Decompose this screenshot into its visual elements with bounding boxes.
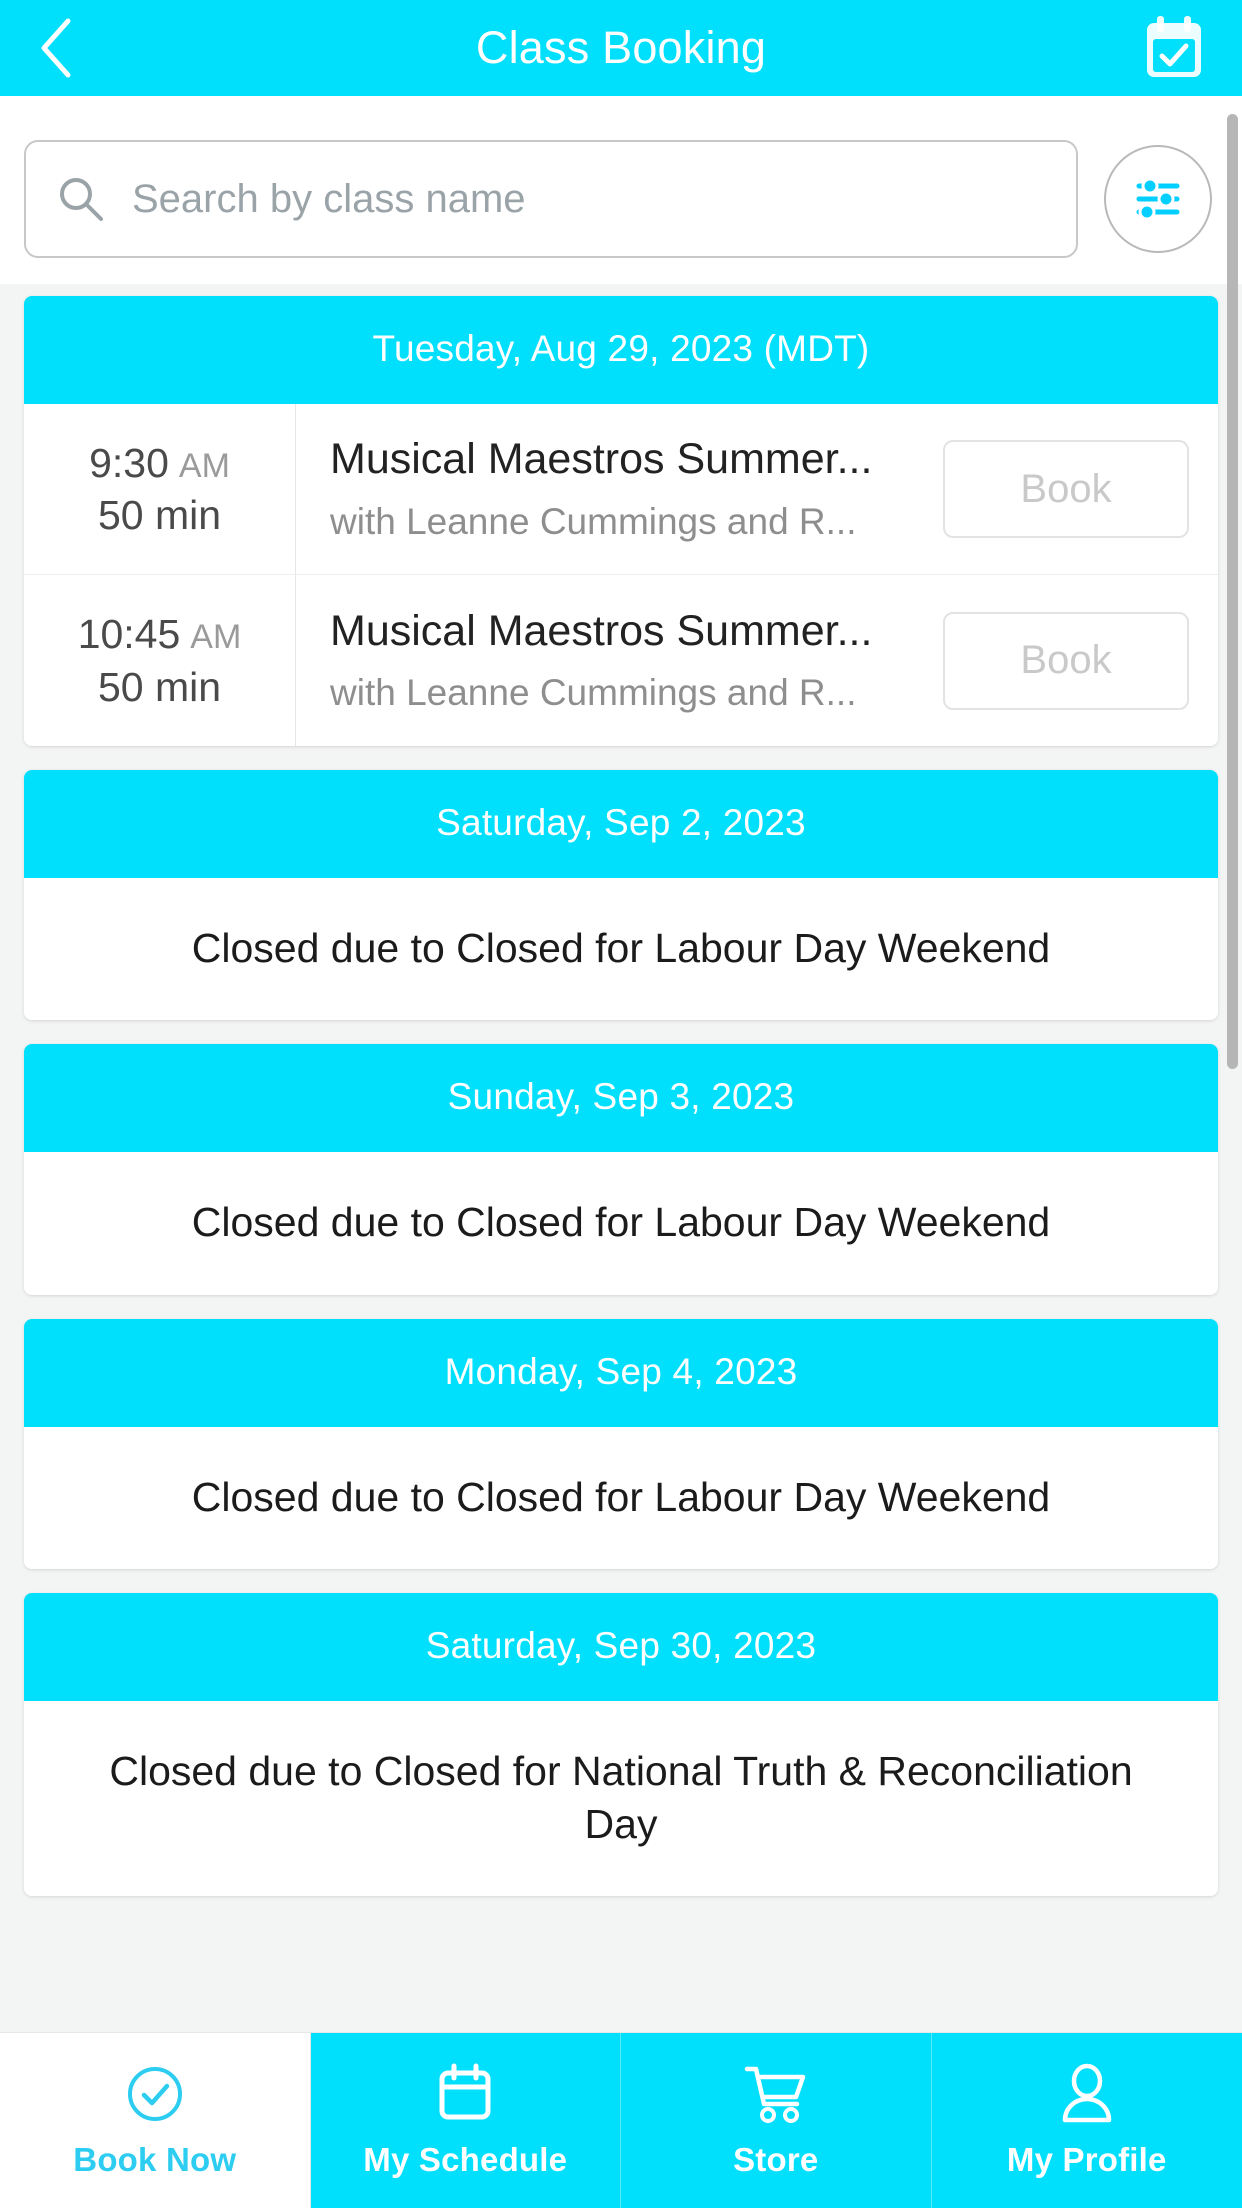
day-header: Tuesday, Aug 29, 2023 (MDT) — [24, 296, 1218, 404]
class-start-time-value: 9:30 — [89, 439, 169, 486]
chevron-left-icon — [41, 18, 71, 78]
day-card: Tuesday, Aug 29, 2023 (MDT) 9:30 AM 50 mi… — [24, 296, 1218, 746]
nav-label: My Profile — [1006, 2140, 1167, 2178]
sliders-filter-icon — [1136, 177, 1180, 221]
search-placeholder-text: Search by class name — [132, 176, 526, 221]
schedule-scroll-area[interactable]: Search by class name Tuesday, Aug 29, 20… — [0, 96, 1242, 2032]
class-start-time-meridiem: AM — [178, 446, 230, 485]
class-start-time-meridiem: AM — [190, 618, 242, 657]
class-duration: 50 min — [97, 663, 222, 710]
page-title: Class Booking — [475, 22, 767, 73]
nav-item-book-now[interactable]: Book Now — [0, 2033, 311, 2208]
day-header: Saturday, Sep 30, 2023 — [24, 1593, 1218, 1702]
calendar-check-icon — [1147, 16, 1201, 77]
search-row: Search by class name — [0, 96, 1242, 284]
class-start-time-value: 10:45 — [77, 611, 181, 658]
shopping-cart-icon — [743, 2063, 809, 2125]
check-circle-icon — [124, 2063, 186, 2125]
calendar-icon — [435, 2063, 495, 2125]
day-header: Sunday, Sep 3, 2023 — [24, 1044, 1218, 1153]
class-row[interactable]: 10:45 AM 50 min Musical Maestros Summer..… — [24, 575, 1218, 746]
class-duration: 50 min — [97, 492, 222, 538]
class-time-block: 10:45 AM 50 min — [24, 575, 296, 746]
back-button[interactable] — [36, 18, 96, 78]
app-header: Class Booking — [0, 0, 1242, 96]
class-booking-screen: Class Booking Search by class name Tuesd… — [0, 0, 1242, 2208]
bottom-navigation: Book Now My Schedule Store My Profile — [0, 2032, 1242, 2208]
closed-notice: Closed due to Closed for Labour Day Week… — [24, 1152, 1218, 1295]
day-header: Monday, Sep 4, 2023 — [24, 1318, 1218, 1427]
class-action: Book — [938, 575, 1218, 746]
day-card: Saturday, Sep 2, 2023 Closed due to Clos… — [24, 770, 1218, 1021]
class-name: Musical Maestros Summer... — [330, 435, 873, 483]
book-button[interactable]: Book — [943, 440, 1189, 538]
book-button[interactable]: Book — [943, 611, 1189, 710]
class-info: Musical Maestros Summer... with Leanne C… — [296, 575, 938, 746]
class-name: Musical Maestros Summer... — [330, 606, 873, 655]
class-teacher: with Leanne Cummings and R... — [330, 500, 857, 542]
search-icon — [56, 174, 106, 224]
calendar-button[interactable] — [1142, 16, 1206, 80]
class-info: Musical Maestros Summer... with Leanne C… — [296, 404, 938, 574]
day-header: Saturday, Sep 2, 2023 — [24, 770, 1218, 878]
nav-item-my-schedule[interactable]: My Schedule — [310, 2033, 621, 2208]
closed-notice-text: Closed due to Closed for National Truth … — [109, 1748, 1133, 1847]
class-start-time: 10:45 AM — [78, 610, 242, 658]
nav-item-my-profile[interactable]: My Profile — [931, 2033, 1242, 2208]
class-row[interactable]: 9:30 AM 50 min Musical Maestros Summer...… — [24, 404, 1218, 575]
day-card: Saturday, Sep 30, 2023 Closed due to Clo… — [24, 1593, 1218, 1897]
nav-label: Book Now — [73, 2140, 237, 2178]
day-card: Monday, Sep 4, 2023 Closed due to Closed… — [24, 1318, 1218, 1570]
nav-label: My Schedule — [363, 2140, 568, 2178]
closed-notice-text: Closed due to Closed for Labour Day Week… — [191, 1473, 1051, 1520]
class-action: Book — [938, 404, 1218, 574]
closed-notice: Closed due to Closed for Labour Day Week… — [24, 1426, 1218, 1570]
closed-notice: Closed due to Closed for National Truth … — [24, 1701, 1218, 1897]
class-time-block: 9:30 AM 50 min — [24, 404, 296, 574]
class-start-time: 9:30 AM — [89, 439, 230, 487]
closed-notice-text: Closed due to Closed for Labour Day Week… — [191, 1199, 1051, 1246]
day-card: Sunday, Sep 3, 2023 Closed due to Closed… — [24, 1044, 1218, 1295]
scrollbar-thumb[interactable] — [1227, 114, 1238, 1069]
filter-button[interactable] — [1104, 145, 1212, 253]
closed-notice: Closed due to Closed for Labour Day Week… — [24, 878, 1218, 1021]
scrollbar-track[interactable] — [1226, 96, 1242, 2032]
nav-label: Store — [733, 2140, 819, 2178]
closed-notice-text: Closed due to Closed for Labour Day Week… — [191, 925, 1051, 971]
search-input[interactable]: Search by class name — [24, 140, 1078, 258]
nav-item-store[interactable]: Store — [621, 2033, 932, 2208]
user-icon — [1058, 2063, 1116, 2125]
class-teacher: with Leanne Cummings and R... — [330, 672, 857, 714]
